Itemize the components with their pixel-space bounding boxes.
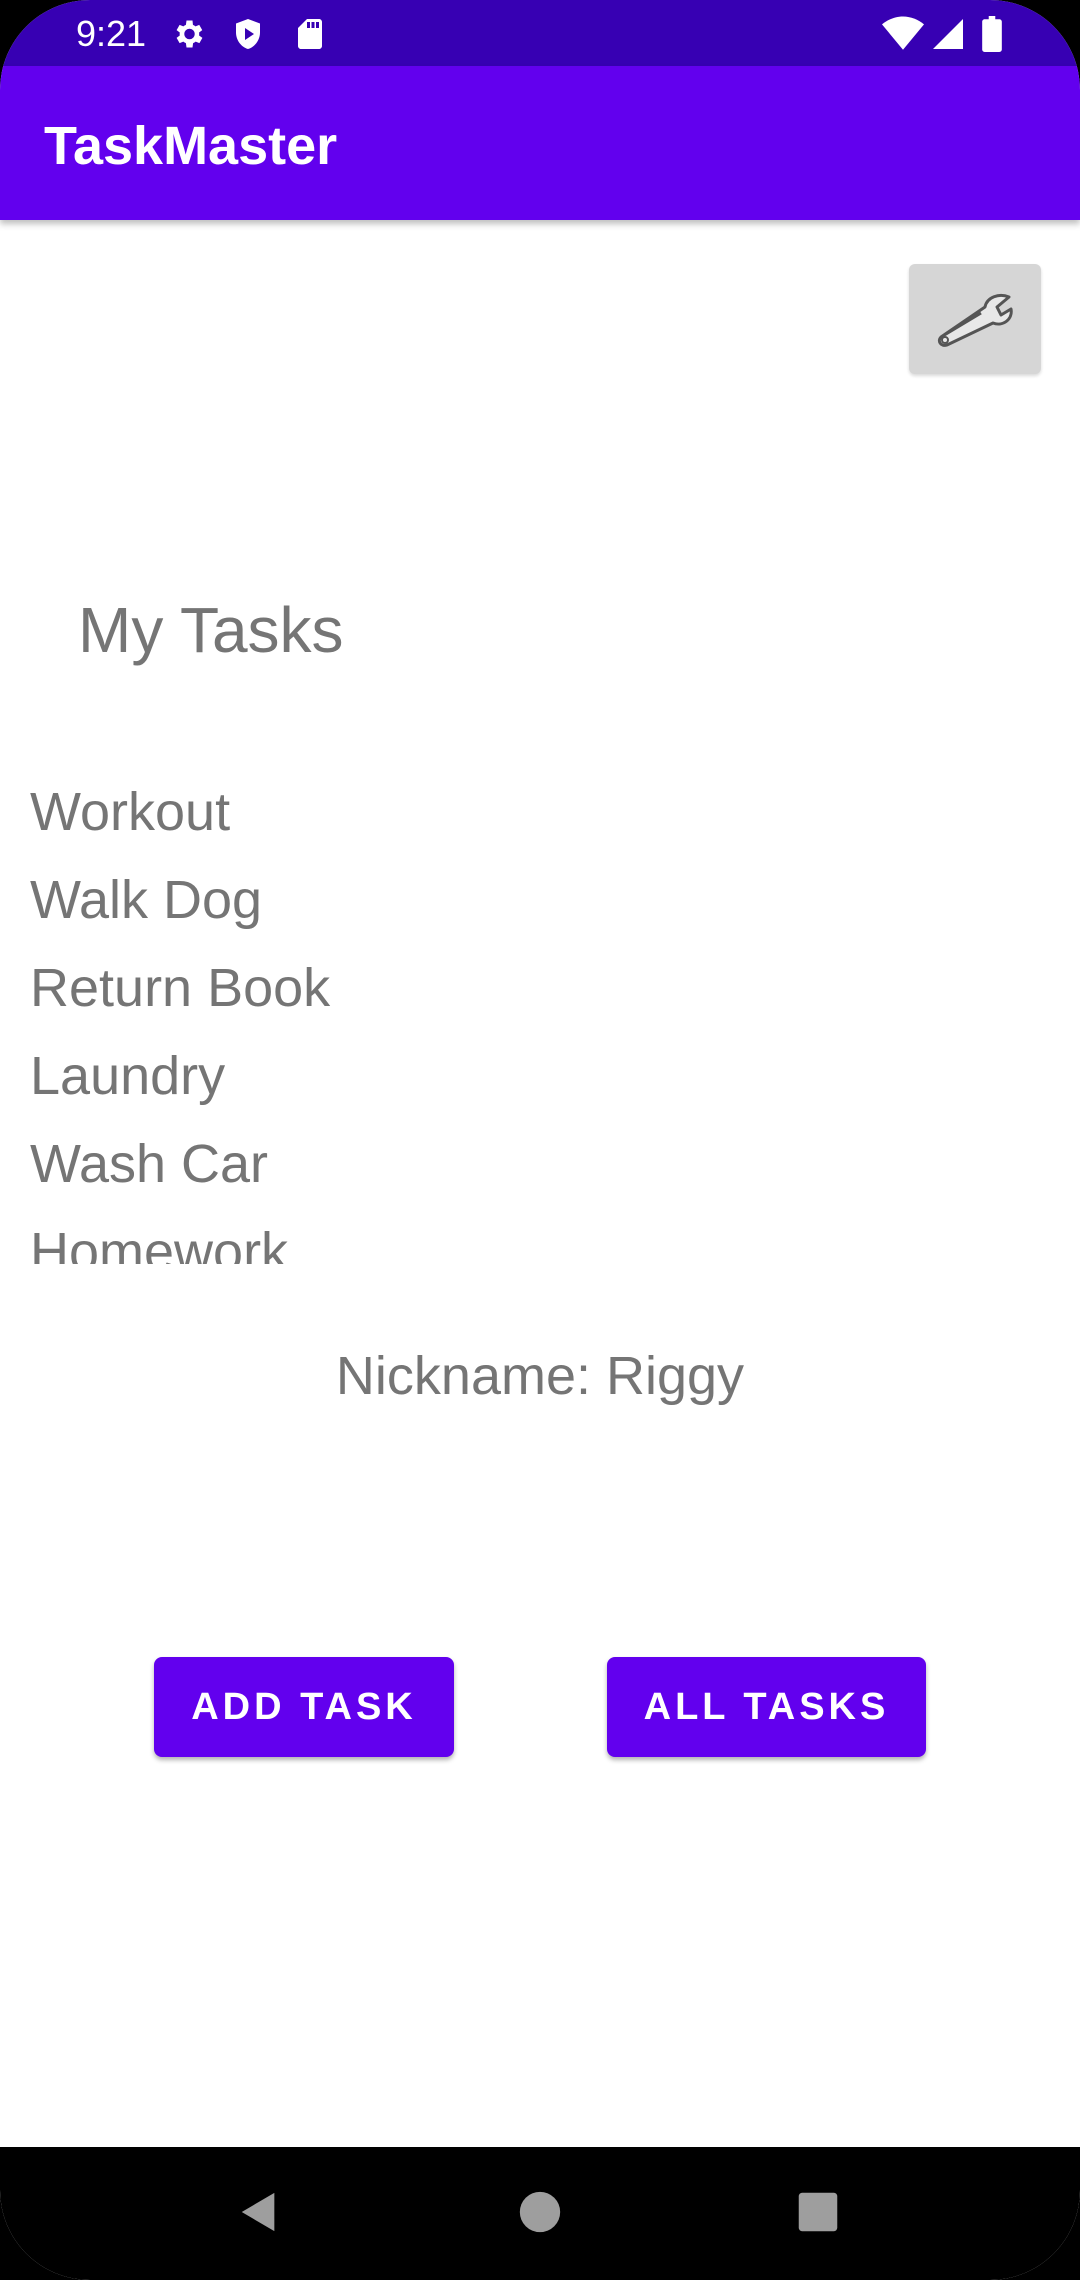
task-item[interactable]: Walk Dog bbox=[0, 856, 1080, 944]
home-icon[interactable] bbox=[505, 2177, 575, 2247]
task-item[interactable]: Wash Car bbox=[0, 1120, 1080, 1208]
app-bar: TaskMaster bbox=[0, 66, 1080, 220]
navigation-bar bbox=[0, 2147, 1080, 2280]
signal-icon bbox=[930, 16, 966, 52]
phone-screen: 9:21 TaskMaster My Tasks Workout Walk Do… bbox=[0, 0, 1080, 2280]
all-tasks-button[interactable]: ALL TASKS bbox=[607, 1657, 926, 1757]
add-task-button[interactable]: ADD TASK bbox=[154, 1657, 454, 1757]
wifi-icon bbox=[882, 16, 924, 52]
task-item[interactable]: Return Book bbox=[0, 944, 1080, 1032]
sd-card-icon bbox=[292, 16, 328, 52]
recents-icon[interactable] bbox=[783, 2177, 853, 2247]
app-title: TaskMaster bbox=[44, 116, 338, 176]
task-list[interactable]: Workout Walk Dog Return Book Laundry Was… bbox=[0, 768, 1080, 1264]
status-time: 9:21 bbox=[76, 13, 147, 54]
settings-button[interactable] bbox=[909, 264, 1041, 374]
shield-play-icon bbox=[230, 16, 266, 52]
task-item[interactable]: Workout bbox=[0, 768, 1080, 856]
page-title: My Tasks bbox=[78, 594, 344, 666]
settings-gear-icon bbox=[170, 16, 206, 52]
status-bar: 9:21 bbox=[0, 0, 1080, 66]
wrench-icon bbox=[933, 287, 1017, 352]
nickname-label: Nickname: Riggy bbox=[335, 1346, 745, 1406]
task-item[interactable]: Homework bbox=[0, 1208, 1080, 1264]
back-icon[interactable] bbox=[224, 2177, 294, 2247]
battery-icon bbox=[980, 16, 1004, 52]
task-item[interactable]: Laundry bbox=[0, 1032, 1080, 1120]
